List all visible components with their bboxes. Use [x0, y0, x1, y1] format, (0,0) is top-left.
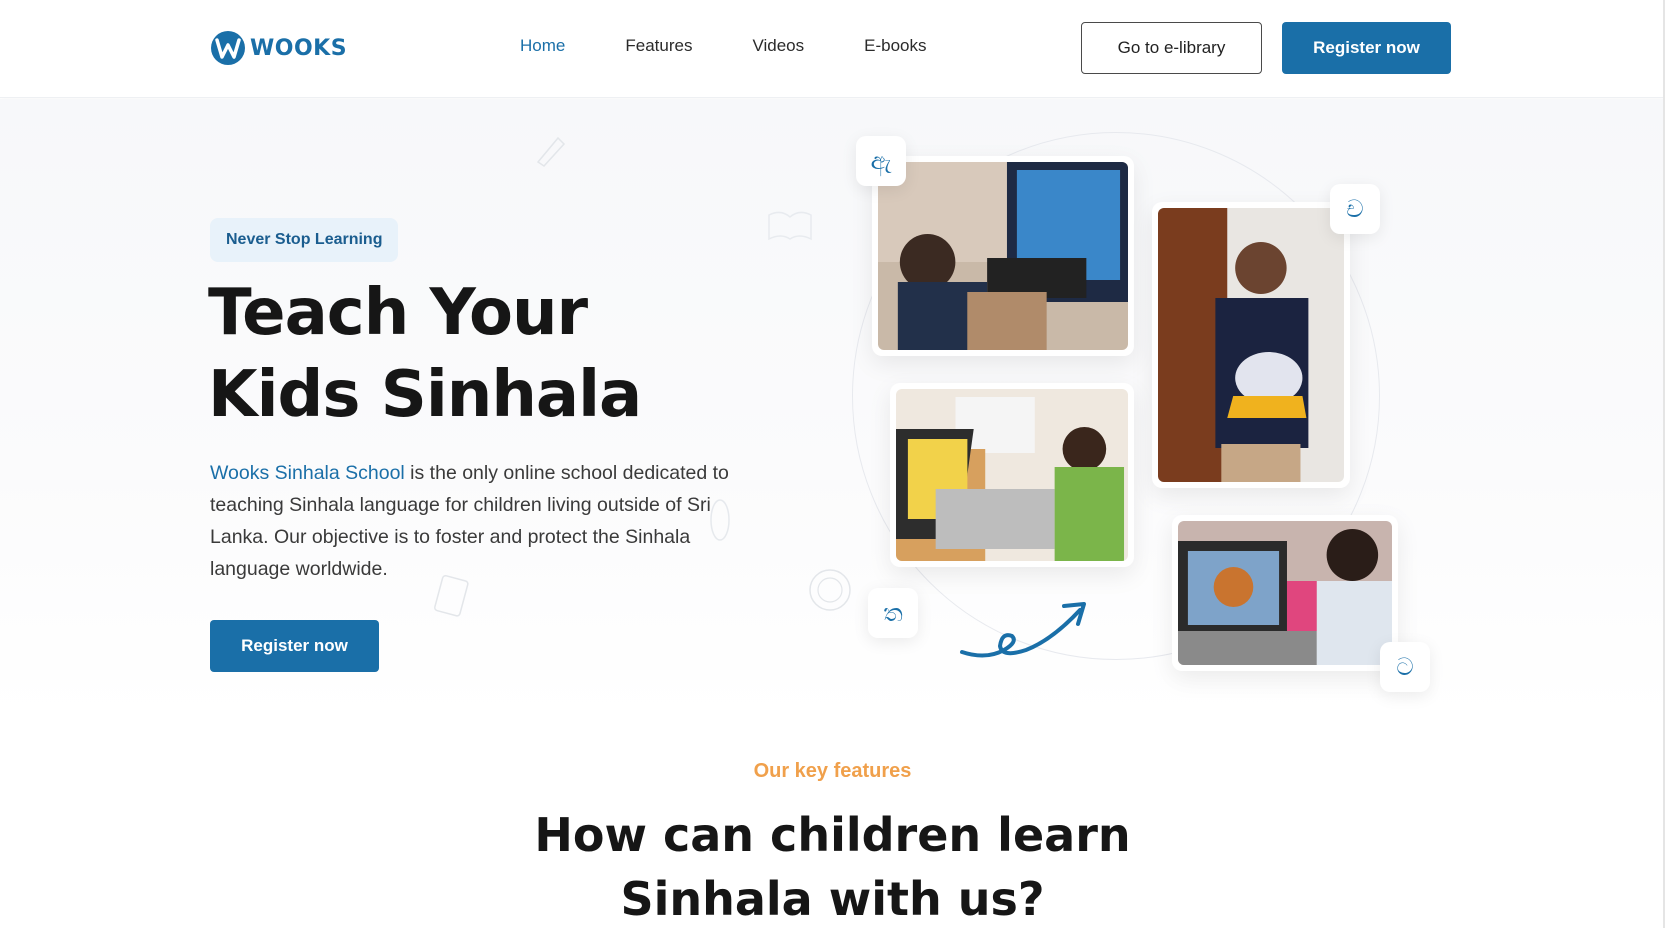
main-nav: Home Features Videos E-books — [520, 36, 927, 56]
features-title-line2: Sinhala with us? — [620, 872, 1045, 926]
photo-child-with-elephant-craft — [1152, 202, 1350, 488]
nav-videos[interactable]: Videos — [752, 36, 804, 56]
swirl-arrow-icon — [960, 602, 1086, 658]
photo-child-at-computer — [872, 156, 1134, 356]
sinhala-letter-chip-4: ට — [1380, 642, 1430, 692]
nav-ebooks[interactable]: E-books — [864, 36, 926, 56]
sinhala-letter-chip-2: ච — [1330, 184, 1380, 234]
photo-girl-at-laptop — [1172, 515, 1398, 671]
features-title-line1: How can children learn — [534, 808, 1131, 862]
nav-home[interactable]: Home — [520, 36, 565, 56]
photo-child-at-laptop — [890, 383, 1134, 567]
brand-logo[interactable]: WOOKS — [210, 30, 347, 66]
nav-features[interactable]: Features — [625, 36, 692, 56]
photo-girl-at-laptop-image — [1178, 521, 1392, 665]
photo-child-with-elephant-craft-image — [1158, 208, 1344, 482]
photo-child-at-computer-image — [878, 162, 1128, 350]
brand-name: WOOKS — [250, 35, 348, 61]
photo-child-at-laptop-image — [896, 389, 1128, 561]
sinhala-letter-chip-1: ඇ — [856, 136, 906, 186]
hero-title-line1: Teach Your — [208, 276, 588, 350]
openbook-doodle-icon — [768, 211, 812, 241]
never-stop-learning-badge: Never Stop Learning — [210, 218, 399, 262]
hero-register-button[interactable]: Register now — [210, 620, 379, 672]
features-kicker: Our key features — [753, 760, 912, 782]
wooks-logo-icon — [211, 31, 245, 65]
pencil-doodle-icon — [536, 136, 566, 167]
compass-doodle-icon — [809, 569, 851, 611]
hero-description: Wooks Sinhala School is the only online … — [210, 457, 730, 585]
hero-title-line2: Kids Sinhala — [208, 358, 642, 432]
hero-title: Teach Your Kids Sinhala — [208, 272, 768, 436]
sinhala-letter-chip-3: ත — [868, 588, 918, 638]
site-header: WOOKS Home Features Videos E-books Go to… — [0, 0, 1665, 98]
go-to-elibrary-button[interactable]: Go to e-library — [1081, 22, 1262, 74]
header-register-button[interactable]: Register now — [1282, 22, 1451, 74]
features-title: How can children learn Sinhala with us? — [0, 803, 1665, 928]
wooks-school-link[interactable]: Wooks Sinhala School — [210, 462, 405, 484]
